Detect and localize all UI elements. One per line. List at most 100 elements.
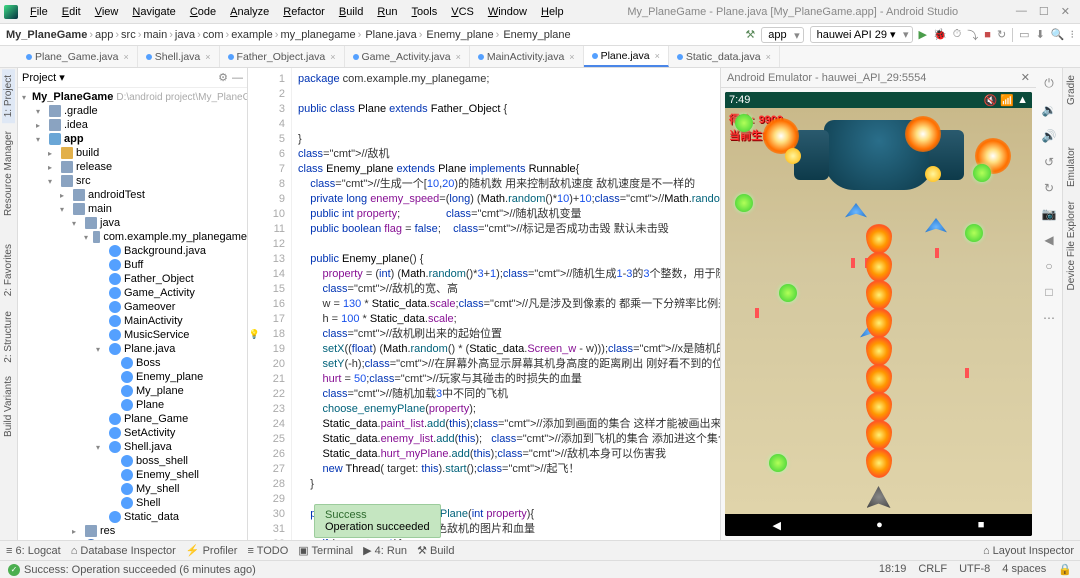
tree-item[interactable]: Plane [18,398,247,412]
emu-side-btn-0[interactable]: ⏻ [1044,76,1054,91]
menu-analyze[interactable]: Analyze [224,4,275,20]
menu-edit[interactable]: Edit [56,4,87,20]
tree-item[interactable]: My_shell [18,482,247,496]
code-area[interactable]: package com.example.my_planegame; public… [292,68,720,540]
overflow-icon[interactable]: ⁝ [1071,28,1075,41]
toolwindow-build-variants[interactable]: Build Variants [2,370,15,443]
tree-item[interactable]: Buff [18,258,247,272]
tree-item[interactable]: MainActivity [18,314,247,328]
menu-navigate[interactable]: Navigate [126,4,181,20]
bottom-tool[interactable]: ⌂ Database Inspector [71,545,176,557]
tree-item[interactable]: ▾src [18,174,247,188]
bottom-tool[interactable]: ▶ 4: Run [363,544,407,557]
profile-icon[interactable]: ⏱ [953,28,962,41]
breadcrumb-item[interactable]: example [231,29,273,41]
hammer-icon[interactable]: ⚒ [745,28,755,41]
menu-build[interactable]: Build [333,4,369,20]
menu-refactor[interactable]: Refactor [277,4,331,20]
tab-plane_game-java[interactable]: Plane_Game.java× [18,46,138,67]
tree-item[interactable]: Plane_Game [18,412,247,426]
device-combo[interactable]: hauwei API 29 ▾ [810,26,913,43]
gear-icon[interactable]: ⚙ [218,71,228,84]
tree-item[interactable]: ▸.idea [18,118,247,132]
tree-item[interactable]: Father_Object [18,272,247,286]
emulator-screen[interactable]: 7:49 🔇📶▲ 得分: 9900 当前生命: 126 [725,92,1032,536]
emu-side-btn-8[interactable]: □ [1045,285,1052,299]
tree-item[interactable]: SetActivity [18,426,247,440]
tab-game_activity-java[interactable]: Game_Activity.java× [345,46,470,67]
close-icon[interactable]: × [569,52,574,62]
avd-icon[interactable]: ▭ [1019,28,1029,41]
run-config-combo[interactable]: app [761,27,803,43]
close-icon[interactable]: × [123,52,128,62]
tree-item[interactable]: My_plane [18,384,247,398]
tree-item[interactable]: ▾com.example.my_planegame [18,230,247,244]
tab-father_object-java[interactable]: Father_Object.java× [220,46,345,67]
run-icon[interactable]: ▶ [919,28,927,41]
emu-side-btn-4[interactable]: ↻ [1044,181,1054,195]
tree-item[interactable]: Gameover [18,300,247,314]
toolwindow--[interactable] [1071,127,1073,139]
close-icon[interactable]: × [456,52,461,62]
tree-item[interactable]: ▾main [18,202,247,216]
toolwindow-2-favorites[interactable]: 2: Favorites [2,238,15,302]
tab-plane-java[interactable]: Plane.java× [584,46,669,67]
close-icon[interactable]: × [655,51,660,61]
nav-home-icon[interactable]: ● [876,519,883,531]
collapse-icon[interactable]: — [232,72,243,84]
breadcrumb-item[interactable]: Enemy_plane [501,29,570,41]
emu-side-btn-7[interactable]: ○ [1045,259,1052,273]
project-view-combo[interactable]: Project ▾ [22,71,65,84]
toolwindow-device-file-explorer[interactable]: Device File Explorer [1065,195,1078,296]
breadcrumb-item[interactable]: app [95,29,113,41]
breadcrumb-item[interactable]: main [143,29,167,41]
toolwindow-gradle[interactable]: Gradle [1065,69,1078,111]
tree-item[interactable]: Static_data [18,510,247,524]
emu-side-btn-2[interactable]: 🔊 [1042,129,1057,143]
stop-icon[interactable]: ■ [984,29,991,41]
tab-shell-java[interactable]: Shell.java× [138,46,220,67]
status-item[interactable]: 🔒 [1058,563,1072,576]
sync-icon[interactable]: ↻ [997,28,1006,41]
status-item[interactable]: 18:19 [879,563,907,576]
close-icon[interactable]: × [205,52,210,62]
breadcrumb-item[interactable]: src [121,29,136,41]
project-tree[interactable]: ▾ My_PlaneGame D:\android project\My_Pla… [18,88,247,540]
tree-item[interactable]: Boss [18,356,247,370]
menu-code[interactable]: Code [184,4,222,20]
bottom-tool[interactable]: ▣ Terminal [298,544,353,557]
status-item[interactable]: 4 spaces [1002,563,1046,576]
emu-side-btn-3[interactable]: ↺ [1044,155,1054,169]
menu-run[interactable]: Run [371,4,403,20]
bottom-tool[interactable]: ≡ 6: Logcat [6,545,61,557]
toolwindow--[interactable] [8,224,10,236]
tree-item[interactable]: Enemy_plane [18,370,247,384]
tree-item[interactable]: Enemy_shell [18,468,247,482]
nav-recent-icon[interactable]: ■ [978,519,985,531]
tree-item[interactable]: boss_shell [18,454,247,468]
tree-item[interactable]: ▸androidTest [18,188,247,202]
tree-item[interactable]: ▾Plane.java [18,342,247,356]
close-button[interactable]: ✕ [1061,5,1070,18]
breadcrumb-item[interactable]: My_PlaneGame [6,29,87,41]
search-icon[interactable]: 🔍 [1051,28,1065,41]
tab-static_data-java[interactable]: Static_data.java× [669,46,780,67]
debug-icon[interactable]: 🐞 [933,28,947,41]
status-item[interactable]: CRLF [918,563,947,576]
bottom-tool[interactable]: ⚡ Profiler [186,544,238,557]
emulator-close-icon[interactable]: ✕ [1021,71,1030,84]
tree-item[interactable]: ▾app [18,132,247,146]
toolwindow-resource-manager[interactable]: Resource Manager [2,125,15,222]
android-navbar[interactable]: ◀ ● ■ [725,514,1032,536]
toolwindow-1-project[interactable]: 1: Project [2,69,15,123]
bottom-tool[interactable]: ≡ TODO [247,545,288,557]
emu-side-btn-6[interactable]: ◀ [1044,233,1053,247]
editor[interactable]: 1234567891011121314151617181920212223242… [248,68,720,540]
menu-tools[interactable]: Tools [406,4,444,20]
menu-view[interactable]: View [89,4,125,20]
toolwindow--[interactable] [1071,113,1073,125]
close-icon[interactable]: × [330,52,335,62]
emu-side-btn-1[interactable]: 🔉 [1042,103,1057,117]
menu-window[interactable]: Window [482,4,533,20]
menu-vcs[interactable]: VCS [445,4,480,20]
